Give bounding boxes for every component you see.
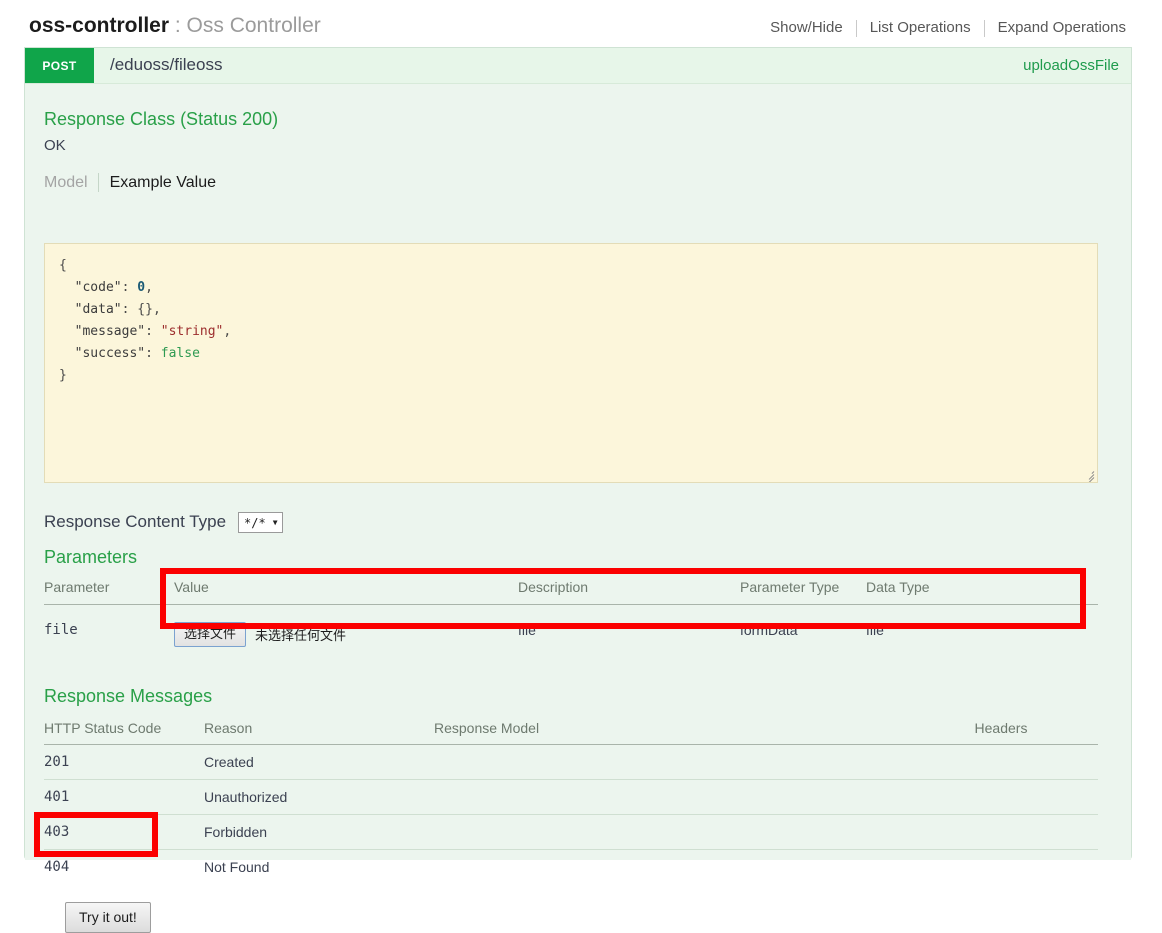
rm-status-code: 404	[44, 859, 70, 875]
response-content-type-select[interactable]: */* ▼	[238, 512, 283, 533]
file-name-label: 未选择任何文件	[255, 628, 347, 643]
parameters-table: Parameter Value Description Parameter Ty…	[44, 580, 1098, 672]
tab-model[interactable]: Model	[44, 174, 98, 192]
response-class-status-text: OK	[44, 137, 66, 154]
param-header-value: Value	[174, 580, 518, 605]
show-hide-link[interactable]: Show/Hide	[757, 18, 856, 38]
rm-header-response-model: Response Model	[434, 720, 904, 745]
param-header-description: Description	[518, 580, 740, 605]
model-tabs: Model Example Value	[44, 173, 216, 192]
operation-block: POST /eduoss/fileoss uploadOssFile Respo…	[24, 47, 1132, 933]
parameters-title: Parameters	[44, 547, 138, 567]
resource-id: oss-controller	[29, 14, 170, 37]
resource-options: Show/Hide List Operations Expand Operati…	[757, 18, 1126, 38]
json-sep-0: :	[121, 280, 138, 295]
resize-handle-icon[interactable]	[1081, 466, 1095, 482]
json-comma-2: ,	[223, 324, 232, 339]
json-value-code: 0	[137, 280, 146, 295]
table-row: 403 Forbidden	[44, 814, 1098, 850]
parameters-header-row: Parameter Value Description Parameter Ty…	[44, 580, 1098, 605]
json-key-code: "code"	[74, 280, 122, 295]
json-sep-1: :	[121, 302, 138, 317]
rm-headers	[904, 850, 1098, 885]
rm-response-model	[434, 779, 904, 815]
response-messages-table: HTTP Status Code Reason Response Model H…	[44, 720, 1098, 884]
response-messages-header-row: HTTP Status Code Reason Response Model H…	[44, 720, 1098, 745]
tab-example-value[interactable]: Example Value	[99, 174, 216, 192]
table-row: 404 Not Found	[44, 850, 1098, 885]
response-messages-title: Response Messages	[44, 686, 213, 706]
table-row: 201 Created	[44, 744, 1098, 780]
operation-summary[interactable]: uploadOssFile	[1023, 57, 1119, 74]
json-value-success: false	[160, 346, 200, 361]
page-title: oss-controller : Oss Controller	[29, 13, 321, 39]
rm-header-status-code: HTTP Status Code	[44, 720, 204, 745]
table-row: 401 Unauthorized	[44, 779, 1098, 815]
rm-reason: Created	[204, 744, 434, 780]
json-key-data: "data"	[74, 302, 122, 317]
json-key-message: "message"	[74, 324, 146, 339]
resource-description: Oss Controller	[186, 14, 321, 37]
json-sep-3: :	[145, 346, 161, 361]
http-method-badge: POST	[25, 48, 94, 83]
try-it-out-button[interactable]: Try it out!	[65, 902, 151, 933]
rm-header-headers: Headers	[904, 720, 1098, 745]
rm-response-model	[434, 814, 904, 850]
json-close-brace: }	[59, 368, 67, 383]
rm-reason: Not Found	[204, 859, 270, 875]
param-value-cell: 选择文件 未选择任何文件	[174, 605, 518, 673]
resource-header: oss-controller : Oss Controller Show/Hid…	[0, 0, 1162, 46]
response-class-title: Response Class (Status 200)	[44, 109, 279, 129]
list-operations-link[interactable]: List Operations	[857, 18, 984, 38]
param-header-data-type: Data Type	[866, 580, 1098, 605]
param-description-cell: file	[518, 622, 536, 638]
param-data-type-cell: file	[866, 622, 884, 638]
json-value-data: {}	[137, 302, 153, 317]
json-comma-0: ,	[145, 280, 153, 295]
title-separator: :	[169, 14, 187, 37]
operation-path[interactable]: /eduoss/fileoss	[110, 55, 222, 75]
response-content-type-value: */*	[244, 515, 266, 530]
rm-response-model	[434, 744, 904, 780]
operation-body: Response Class (Status 200) OK Model Exa…	[25, 84, 1131, 933]
param-header-parameter-type: Parameter Type	[740, 580, 866, 605]
rm-reason: Unauthorized	[204, 779, 434, 815]
expand-operations-link[interactable]: Expand Operations	[985, 18, 1126, 38]
chevron-down-icon: ▼	[272, 517, 278, 527]
rm-reason: Forbidden	[204, 814, 434, 850]
response-content-type-label: Response Content Type	[44, 512, 227, 531]
rm-status-code: 401	[44, 779, 204, 815]
example-value-json: { "code": 0, "data": {}, "message": "str…	[45, 244, 1097, 398]
json-value-message: "string"	[160, 324, 224, 339]
json-comma-1: ,	[152, 302, 161, 317]
rm-status-code: 201	[44, 744, 204, 780]
param-header-parameter: Parameter	[44, 580, 174, 605]
json-key-success: "success"	[74, 346, 146, 361]
file-upload-input[interactable]: 选择文件 未选择任何文件	[174, 622, 346, 647]
param-type-cell: formData	[740, 622, 798, 638]
param-name-cell: file	[44, 622, 78, 638]
rm-headers	[904, 744, 1098, 780]
json-sep-2: :	[145, 324, 161, 339]
rm-response-model	[434, 850, 904, 885]
rm-headers	[904, 814, 1098, 850]
rm-status-code: 403	[44, 814, 204, 850]
example-value-code-block[interactable]: { "code": 0, "data": {}, "message": "str…	[44, 243, 1098, 483]
rm-headers	[904, 779, 1098, 815]
table-row: file 选择文件 未选择任何文件 file formData file	[44, 605, 1098, 673]
json-open-brace: {	[59, 258, 67, 273]
rm-header-reason: Reason	[204, 720, 434, 745]
choose-file-button[interactable]: 选择文件	[174, 622, 247, 647]
operation-heading[interactable]: POST /eduoss/fileoss uploadOssFile	[25, 48, 1131, 84]
